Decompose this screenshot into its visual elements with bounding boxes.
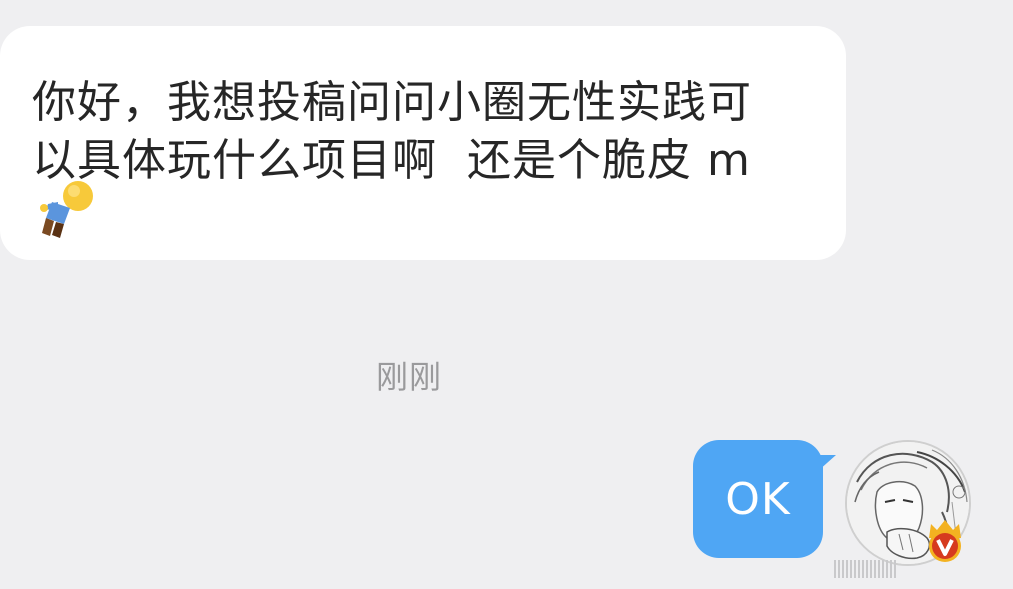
outgoing-message-bubble[interactable]: OK (693, 440, 823, 558)
incoming-message-bubble[interactable]: 你好，我想投稿问问小圈无性实践可 以具体玩什么项目啊 还是个脆皮 m (0, 26, 846, 260)
verified-v-badge-icon (929, 520, 961, 562)
person-lying-down-emoji-icon (40, 181, 93, 238)
incoming-message-line-1: 你好，我想投稿问问小圈无性实践可 (32, 77, 752, 128)
outgoing-message-text: OK (725, 473, 791, 525)
watermark-strip (834, 560, 999, 580)
outgoing-bubble-tail-icon (818, 455, 836, 471)
incoming-message-line-2: 以具体玩什么项目啊 还是个脆皮 m (32, 135, 751, 186)
user-avatar[interactable] (845, 440, 973, 568)
message-timestamp: 刚刚 (376, 358, 443, 396)
